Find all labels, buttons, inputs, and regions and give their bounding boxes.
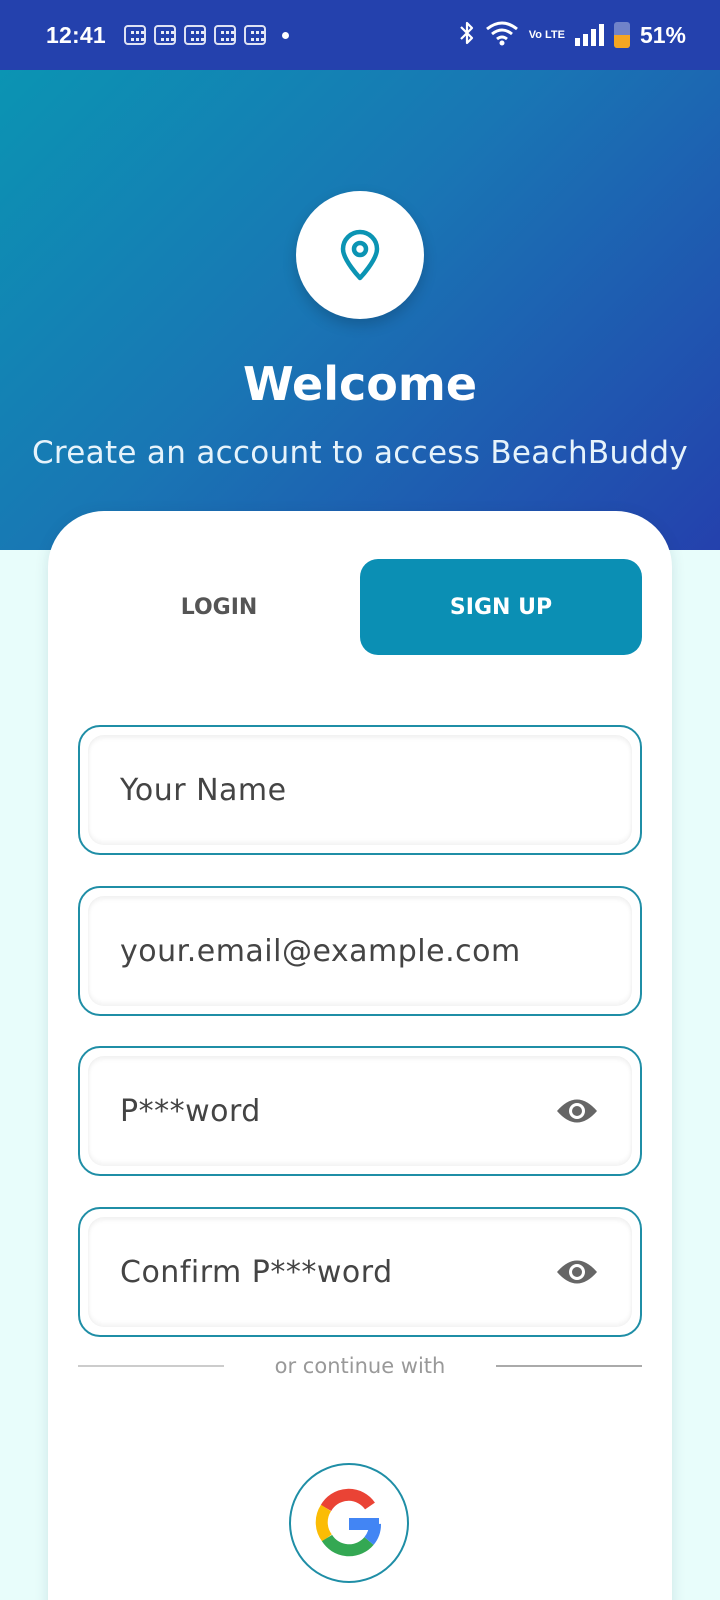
logo	[296, 191, 424, 319]
location-pin-icon	[340, 229, 380, 281]
auth-tabs: LOGIN SIGN UP	[78, 559, 642, 655]
signal-icon	[574, 24, 604, 46]
notification-icon	[123, 25, 146, 45]
notification-icon	[243, 25, 266, 45]
notification-icons	[123, 25, 266, 45]
notification-icon	[183, 25, 206, 45]
confirm-password-input[interactable]	[120, 1254, 554, 1290]
page-subtitle: Create an account to access BeachBuddy	[31, 435, 689, 471]
bluetooth-icon	[459, 20, 475, 50]
battery-icon	[613, 22, 630, 48]
email-field	[78, 886, 642, 1016]
header: Welcome Create an account to access Beac…	[0, 70, 720, 550]
social-divider: or continue with	[78, 1351, 642, 1381]
wifi-icon	[485, 20, 519, 50]
tab-sign-up[interactable]: SIGN UP	[360, 559, 642, 655]
status-bar: 12:41 Vo LTE 51%	[0, 0, 720, 70]
divider-line-left	[78, 1365, 224, 1367]
name-field	[78, 725, 642, 855]
password-field	[78, 1046, 642, 1176]
show-confirm-password-icon[interactable]	[554, 1255, 600, 1289]
notification-icon	[213, 25, 236, 45]
email-input[interactable]	[120, 933, 600, 969]
confirm-password-field	[78, 1207, 642, 1337]
more-notifications-dot	[281, 31, 289, 39]
google-icon	[315, 1488, 381, 1557]
show-password-icon[interactable]	[554, 1094, 600, 1128]
notification-icon	[153, 25, 176, 45]
battery-level	[613, 34, 630, 48]
divider-text: or continue with	[274, 1354, 446, 1378]
password-input[interactable]	[120, 1093, 554, 1129]
divider-line-right	[495, 1365, 642, 1367]
page-title: Welcome	[242, 357, 478, 411]
auth-card: LOGIN SIGN UP Your Name your.email@examp…	[48, 511, 672, 1600]
battery-percent: 51%	[639, 21, 686, 48]
status-time: 12:41	[46, 21, 106, 48]
tab-login[interactable]: LOGIN	[78, 559, 360, 655]
volte-indicator: Vo LTE	[528, 29, 565, 41]
google-sign-in-button[interactable]	[289, 1463, 409, 1583]
name-input[interactable]	[120, 772, 600, 808]
